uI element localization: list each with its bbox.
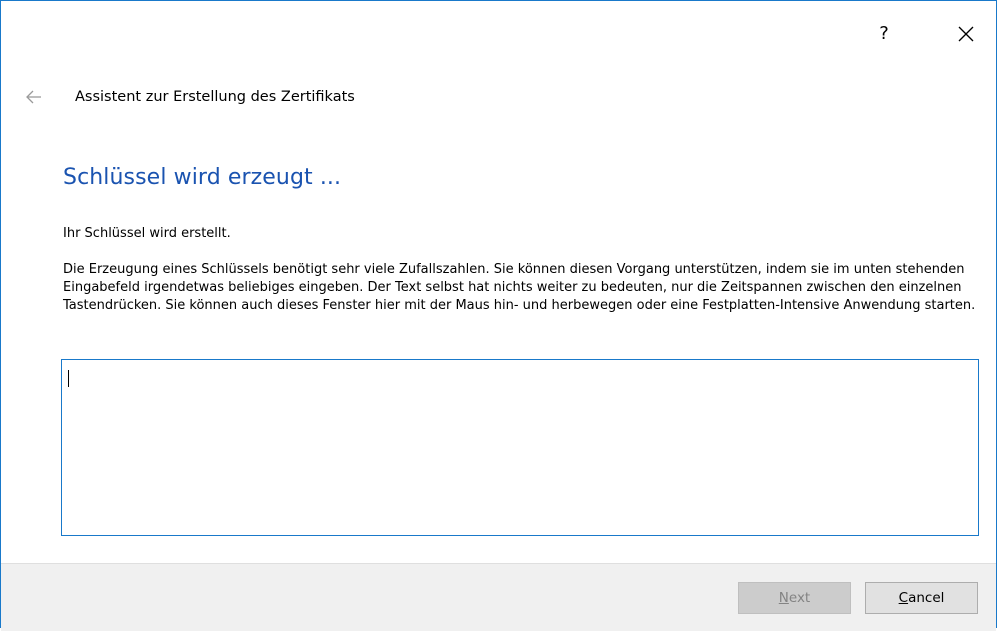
button-bar: Next Cancel (1, 563, 996, 631)
wizard-title: Assistent zur Erstellung des Zertifikats (75, 89, 355, 105)
back-arrow-icon (26, 90, 41, 104)
cancel-mnemonic: C (898, 590, 909, 606)
description-text: Die Erzeugung eines Schlüssels benötigt … (63, 262, 976, 313)
wizard-nav: Assistent zur Erstellung des Zertifikats (1, 85, 996, 115)
close-icon (958, 26, 974, 42)
text-caret (68, 370, 69, 387)
cancel-button[interactable]: Cancel (865, 582, 978, 614)
next-label: ext (788, 590, 811, 606)
next-mnemonic: N (778, 590, 789, 606)
next-button[interactable]: Next (738, 582, 851, 614)
close-button[interactable] (951, 19, 981, 49)
title-bar: ? (1, 1, 996, 66)
page-title: Schlüssel wird erzeugt ... (63, 165, 342, 190)
intro-text: Ihr Schlüssel wird erstellt. (63, 226, 231, 241)
entropy-input[interactable] (61, 359, 979, 536)
cancel-label: ancel (908, 590, 945, 606)
wizard-window: ? Assistent zur Erstellung des Zertifika… (0, 0, 997, 631)
help-button[interactable]: ? (869, 19, 899, 49)
back-button[interactable] (24, 87, 44, 107)
